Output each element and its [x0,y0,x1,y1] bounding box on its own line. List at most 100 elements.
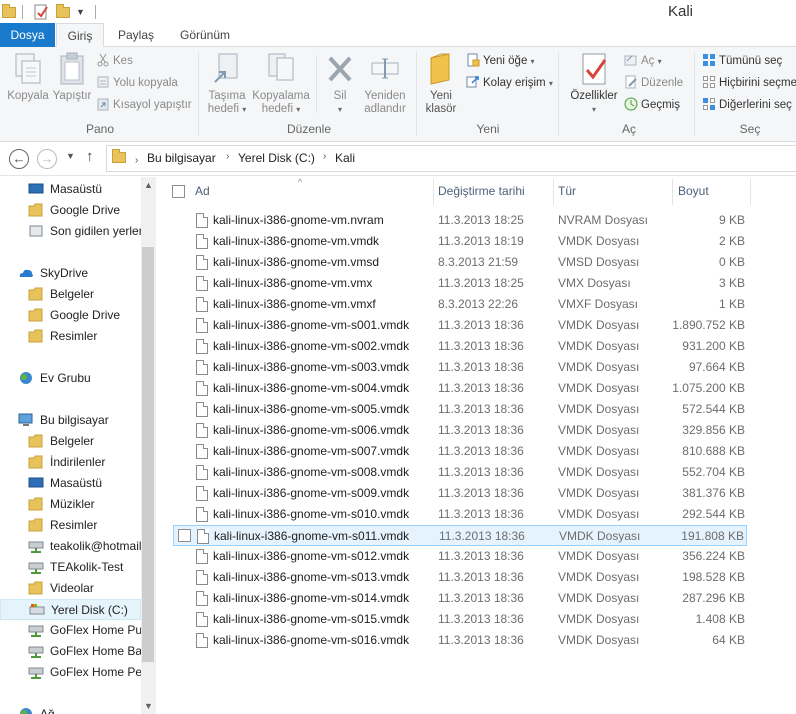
file-row[interactable]: kali-linux-i386-gnome-vm-s011.vmdk 11.3.2… [173,525,747,546]
file-row[interactable]: kali-linux-i386-gnome-vm.vmsd 8.3.2013 21… [173,252,747,273]
column-header-name[interactable]: Ad [195,183,210,200]
file-row[interactable]: kali-linux-i386-gnome-vm-s002.vmdk 11.3.2… [173,336,747,357]
nav-scrollbar-thumb[interactable] [142,247,154,662]
history-button[interactable]: Geçmiş [624,96,680,114]
nav-item[interactable]: GoFlex Home Per [0,662,146,683]
file-row[interactable]: kali-linux-i386-gnome-vm-s008.vmdk 11.3.2… [173,462,747,483]
edit-button[interactable]: Düzenle [624,74,683,92]
file-row[interactable]: kali-linux-i386-gnome-vm-s005.vmdk 11.3.2… [173,399,747,420]
scissors-icon [96,53,110,67]
file-row[interactable]: kali-linux-i386-gnome-vm-s016.vmdk 11.3.2… [173,630,747,651]
nav-item[interactable]: TEAkolik-Test [0,557,141,578]
nav-item[interactable]: Son gidilen yerler [0,221,143,242]
column-divider[interactable] [750,179,751,205]
breadcrumb-kali[interactable]: Kali [335,151,355,165]
new-folder-button[interactable]: Yeni klasör [420,50,462,116]
nav-item[interactable]: Belgeler [0,431,141,452]
nav-item[interactable]: Bu bilgisayar [0,410,141,431]
file-row[interactable]: kali-linux-i386-gnome-vm-s013.vmdk 11.3.2… [173,567,747,588]
customize-quick-access-icon[interactable]: ▼ [76,4,86,20]
copy-to-button[interactable]: Kopyalama hedefi ▾ [250,50,312,116]
recent-locations-dropdown[interactable]: ▼ [66,151,75,161]
file-row[interactable]: kali-linux-i386-gnome-vm-s004.vmdk 11.3.2… [173,378,747,399]
file-row[interactable]: kali-linux-i386-gnome-vm-s010.vmdk 11.3.2… [173,504,747,525]
chevron-right-icon[interactable]: › [226,151,229,162]
nav-item[interactable]: Müzikler [0,494,141,515]
nav-item[interactable]: Yerel Disk (C:) [0,599,141,620]
nav-item[interactable]: Masaüstü [0,473,141,494]
forward-button[interactable]: → [37,149,57,169]
invert-selection-button[interactable]: Diğerlerini seç [702,96,792,114]
nav-item[interactable]: Ağ [0,704,141,714]
nav-item[interactable]: Resimler [0,515,141,536]
scroll-down-arrow-icon[interactable]: ▼ [144,701,153,711]
column-divider[interactable] [672,179,673,205]
select-none-button[interactable]: Hiçbirini seçme [702,74,796,92]
new-item-button[interactable]: Yeni öğe ▾ [466,52,535,70]
nav-item[interactable]: Belgeler [0,284,141,305]
file-name: kali-linux-i386-gnome-vm.vmsd [213,255,380,269]
tab-file[interactable]: Dosya [0,23,55,47]
chevron-right-icon[interactable]: › [323,151,326,162]
tab-home[interactable]: Giriş [56,23,104,48]
move-to-button[interactable]: Taşıma hedefi ▾ [204,50,250,116]
nav-item[interactable]: Google Drive [0,200,141,221]
downloads-icon [28,455,44,469]
row-checkbox[interactable] [178,529,191,542]
address-box[interactable]: › Bu bilgisayar › Yerel Disk (C:) › Kali [106,145,796,172]
nav-item[interactable]: Resimler [0,326,141,347]
open-button[interactable]: Aç ▾ [624,52,662,70]
new-folder-icon[interactable] [56,4,70,20]
delete-button[interactable]: Sil ▾ [322,50,358,116]
music-icon [28,497,44,511]
file-row[interactable]: kali-linux-i386-gnome-vm-s014.vmdk 11.3.2… [173,588,747,609]
file-row[interactable]: kali-linux-i386-gnome-vm-s015.vmdk 11.3.2… [173,609,747,630]
file-row[interactable]: kali-linux-i386-gnome-vm-s007.vmdk 11.3.2… [173,441,747,462]
file-row[interactable]: kali-linux-i386-gnome-vm.vmdk 11.3.2013 1… [173,231,747,252]
up-button[interactable]: ↑ [86,148,94,165]
breadcrumb-this-pc[interactable]: Bu bilgisayar [147,151,216,165]
nav-item[interactable]: SkyDrive [0,263,141,284]
chevron-right-icon[interactable]: › [135,155,138,166]
file-icon [196,465,208,480]
select-all-checkbox[interactable] [172,185,185,198]
nav-item[interactable]: Google Drive [0,305,141,326]
copy-path-button[interactable]: Yolu kopyala [96,74,178,92]
file-row[interactable]: kali-linux-i386-gnome-vm-s001.vmdk 11.3.2… [173,315,747,336]
file-row[interactable]: kali-linux-i386-gnome-vm.vmx 11.3.2013 18… [173,273,747,294]
copy-button[interactable]: Kopyala [4,50,52,103]
properties-button[interactable]: Özellikler ▾ [566,50,622,116]
network-drive-icon [28,560,44,574]
properties-icon[interactable] [33,4,48,20]
file-row[interactable]: kali-linux-i386-gnome-vm-s012.vmdk 11.3.2… [173,546,747,567]
nav-item[interactable]: İndirilenler [0,452,141,473]
nav-item[interactable]: teakolik@hotmail [0,536,142,557]
file-row[interactable]: kali-linux-i386-gnome-vm.nvram 11.3.2013 … [173,210,747,231]
nav-item[interactable]: GoFlex Home Pu [0,620,142,641]
column-header-date[interactable]: Değiştirme tarihi [438,183,525,200]
nav-item[interactable]: Ev Grubu [0,368,141,389]
back-button[interactable]: ← [9,149,29,169]
tab-share[interactable]: Paylaş [108,23,164,47]
column-divider[interactable] [433,179,434,205]
tab-view[interactable]: Görünüm [170,23,240,47]
rename-button[interactable]: Yeniden adlandır [360,50,410,116]
column-header-size[interactable]: Boyut [678,183,709,200]
file-row[interactable]: kali-linux-i386-gnome-vm-s009.vmdk 11.3.2… [173,483,747,504]
column-divider[interactable] [553,179,554,205]
scroll-up-arrow-icon[interactable]: ▲ [144,180,153,190]
nav-item[interactable]: GoFlex Home Ba [0,641,142,662]
file-row[interactable]: kali-linux-i386-gnome-vm-s003.vmdk 11.3.2… [173,357,747,378]
nav-item[interactable]: Videolar [0,578,141,599]
easy-access-button[interactable]: Kolay erişim ▾ [466,74,553,92]
paste-shortcut-button[interactable]: Kısayol yapıştır [96,96,192,114]
breadcrumb-local-disk[interactable]: Yerel Disk (C:) [238,151,315,165]
select-all-button[interactable]: Tümünü seç [702,52,782,70]
file-row[interactable]: kali-linux-i386-gnome-vm.vmxf 8.3.2013 22… [173,294,747,315]
paste-button[interactable]: Yapıştır [52,50,92,103]
column-header-type[interactable]: Tür [558,183,576,200]
nav-item[interactable]: Masaüstü [0,179,141,200]
file-row[interactable]: kali-linux-i386-gnome-vm-s006.vmdk 11.3.2… [173,420,747,441]
nav-scrollbar[interactable]: ▲ ▼ [141,177,156,714]
cut-button[interactable]: Kes [96,52,133,70]
